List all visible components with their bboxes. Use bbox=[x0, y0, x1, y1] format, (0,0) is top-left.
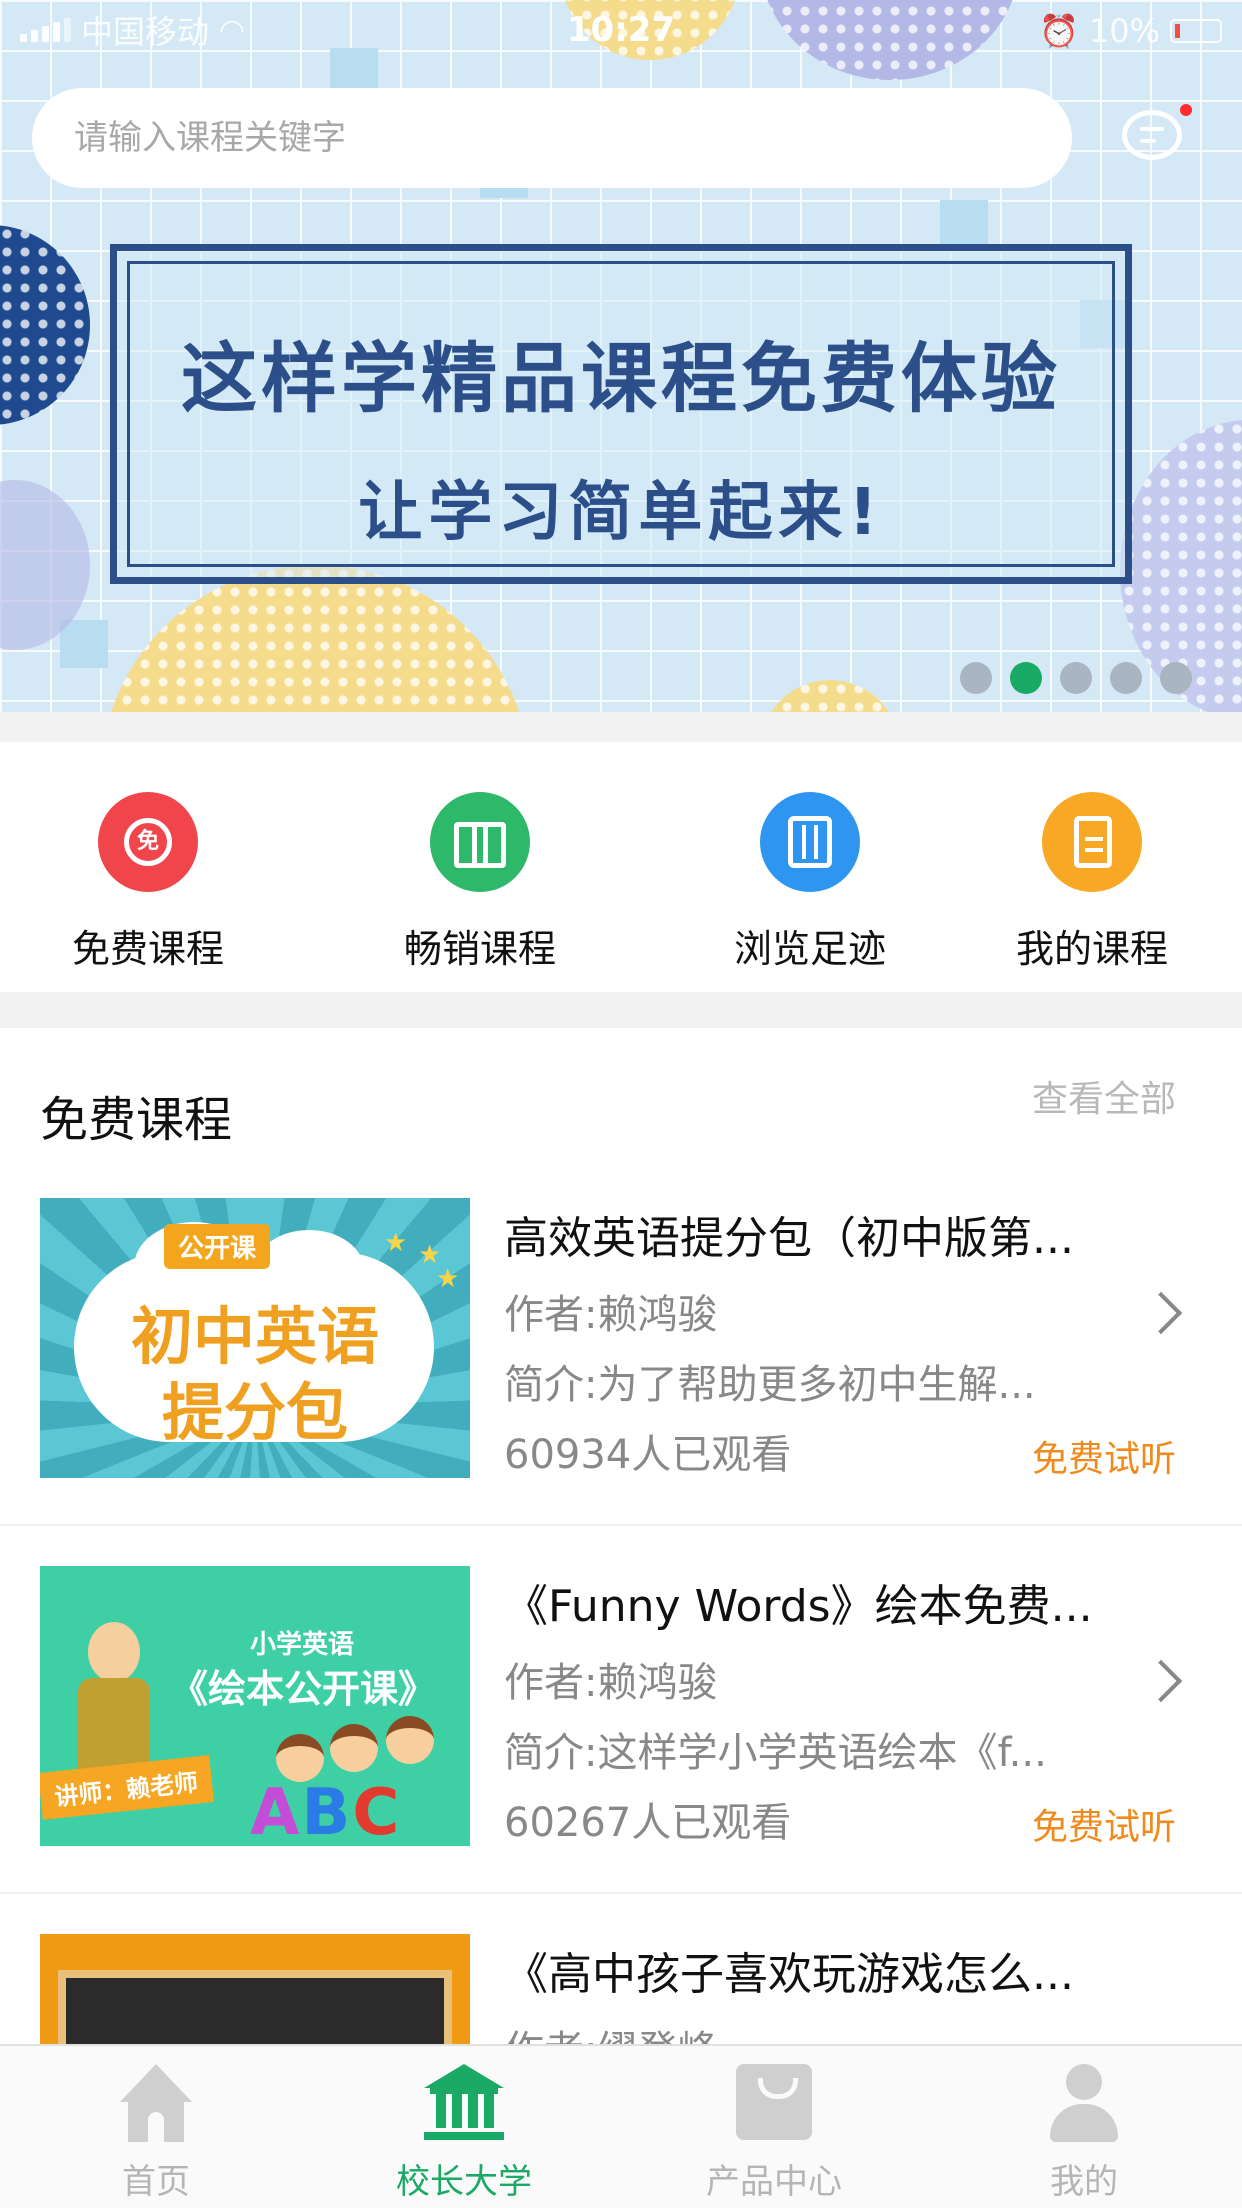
thumb-subtitle: 提分包 bbox=[161, 1376, 348, 1449]
course-item[interactable]: 小学英语 《绘本公开课》 讲师：赖老师 ABC 《Funny Words》绘本免… bbox=[0, 1526, 1242, 1894]
message-icon bbox=[1122, 110, 1182, 160]
tab-home[interactable]: 首页 bbox=[56, 2060, 256, 2203]
tab-label: 校长大学 bbox=[396, 2162, 532, 2202]
user-icon bbox=[1042, 2060, 1126, 2144]
free-trial-link[interactable]: 免费试听 bbox=[1032, 1430, 1176, 1482]
kid-illustration bbox=[276, 1734, 324, 1782]
quick-entry-my-courses[interactable]: 我的课程 bbox=[992, 792, 1192, 973]
kid-illustration bbox=[330, 1724, 378, 1772]
star-icon: ★ bbox=[436, 1264, 460, 1294]
shopping-bag-icon bbox=[732, 2060, 816, 2144]
quick-entry-label: 浏览足迹 bbox=[733, 927, 886, 971]
course-title: 高效英语提分包（初中版第... bbox=[504, 1213, 1074, 1264]
free-trial-link[interactable]: 免费试听 bbox=[1032, 1798, 1176, 1850]
search-input[interactable] bbox=[74, 118, 1072, 158]
kid-illustration bbox=[386, 1716, 434, 1764]
thumb-small-title: 小学英语 bbox=[250, 1630, 355, 1660]
abc-letters: ABC bbox=[250, 1776, 402, 1846]
home-icon bbox=[114, 2060, 198, 2144]
document-icon bbox=[1042, 792, 1142, 892]
course-intro: 简介:为了帮助更多初中生解... bbox=[504, 1362, 1036, 1408]
battery-icon bbox=[1170, 19, 1222, 43]
pager-dot[interactable] bbox=[1060, 662, 1092, 694]
course-item[interactable]: 公开课 初中英语 提分包 ★ ★ ★ 高效英语提分包（初中版第... 作者:赖鸿… bbox=[0, 1158, 1242, 1526]
chevron-right-icon bbox=[1139, 1659, 1183, 1703]
course-intro: 简介:这样学小学英语绘本《f... bbox=[504, 1730, 1047, 1776]
status-right: ⏰ 10% bbox=[1039, 12, 1222, 50]
book-icon bbox=[430, 792, 530, 892]
banner-frame: 这样学精品课程免费体验 让学习简单起来! bbox=[110, 244, 1132, 584]
quick-entry-label: 畅销课程 bbox=[403, 927, 556, 971]
section-title: 免费课程 bbox=[40, 1092, 233, 1148]
course-title: 《Funny Words》绘本免费... bbox=[504, 1581, 1093, 1632]
view-all-link[interactable]: 查看全部 bbox=[1032, 1070, 1176, 1122]
tab-me[interactable]: 我的 bbox=[984, 2060, 1184, 2203]
pager-dot[interactable] bbox=[960, 662, 992, 694]
banner-tile bbox=[60, 620, 108, 668]
chevron-right-icon bbox=[1139, 1291, 1183, 1335]
tab-label: 我的 bbox=[1050, 2162, 1118, 2202]
banner-headline: 这样学精品课程免费体验 bbox=[181, 334, 1061, 423]
quick-entry-label: 免费课程 bbox=[71, 927, 224, 971]
quick-entry-free-courses[interactable]: 免 免费课程 bbox=[48, 792, 248, 973]
history-icon bbox=[760, 792, 860, 892]
tab-products[interactable]: 产品中心 bbox=[674, 2060, 874, 2203]
battery-percent: 10% bbox=[1088, 12, 1160, 50]
course-title: 《高中孩子喜欢玩游戏怎么... bbox=[504, 1949, 1074, 2000]
course-author: 作者:赖鸿骏 bbox=[504, 1292, 718, 1338]
unread-badge bbox=[1180, 104, 1192, 116]
tab-label: 产品中心 bbox=[706, 2162, 842, 2202]
alarm-icon: ⏰ bbox=[1039, 12, 1079, 50]
star-icon: ★ bbox=[384, 1228, 408, 1258]
quick-entry-label: 我的课程 bbox=[1015, 927, 1168, 971]
course-thumbnail: 小学英语 《绘本公开课》 讲师：赖老师 ABC bbox=[40, 1566, 470, 1846]
course-thumbnail: 公开课 初中英语 提分包 ★ ★ ★ bbox=[40, 1198, 470, 1478]
quick-entries: 免 免费课程 畅销课程 浏览足迹 我的课程 bbox=[0, 742, 1242, 992]
search-box[interactable] bbox=[32, 88, 1072, 188]
pager-dot[interactable] bbox=[1160, 662, 1192, 694]
tab-university[interactable]: 校长大学 bbox=[364, 2060, 564, 2203]
pager-dot-active[interactable] bbox=[1010, 662, 1042, 694]
free-courses-section: 免费课程 查看全部 公开课 初中英语 提分包 ★ ★ ★ 高效英语提分包（初中版… bbox=[0, 1028, 1242, 2208]
status-bar: 中国移动 ◠ 10:27 ⏰ 10% bbox=[0, 0, 1242, 60]
thumb-teacher-tag: 讲师：赖老师 bbox=[40, 1755, 214, 1820]
course-author: 作者:赖鸿骏 bbox=[504, 1660, 718, 1706]
thumb-title: 《绘本公开课》 bbox=[170, 1667, 437, 1711]
message-button[interactable] bbox=[1118, 104, 1192, 168]
university-icon bbox=[422, 2060, 506, 2144]
banner-tile bbox=[940, 200, 988, 248]
course-views: 60267人已观看 bbox=[504, 1800, 792, 1846]
free-icon: 免 bbox=[98, 792, 198, 892]
tab-bar: 首页 校长大学 产品中心 我的 bbox=[0, 2044, 1242, 2208]
pager-dot[interactable] bbox=[1110, 662, 1142, 694]
quick-entry-history[interactable]: 浏览足迹 bbox=[710, 792, 910, 973]
thumb-badge: 公开课 bbox=[164, 1224, 271, 1269]
tab-label: 首页 bbox=[122, 2162, 190, 2202]
quick-entry-bestsellers[interactable]: 畅销课程 bbox=[380, 792, 580, 973]
banner-pager bbox=[960, 662, 1192, 694]
banner-subheadline: 让学习简单起来! bbox=[358, 476, 884, 550]
course-views: 60934人已观看 bbox=[504, 1432, 792, 1478]
